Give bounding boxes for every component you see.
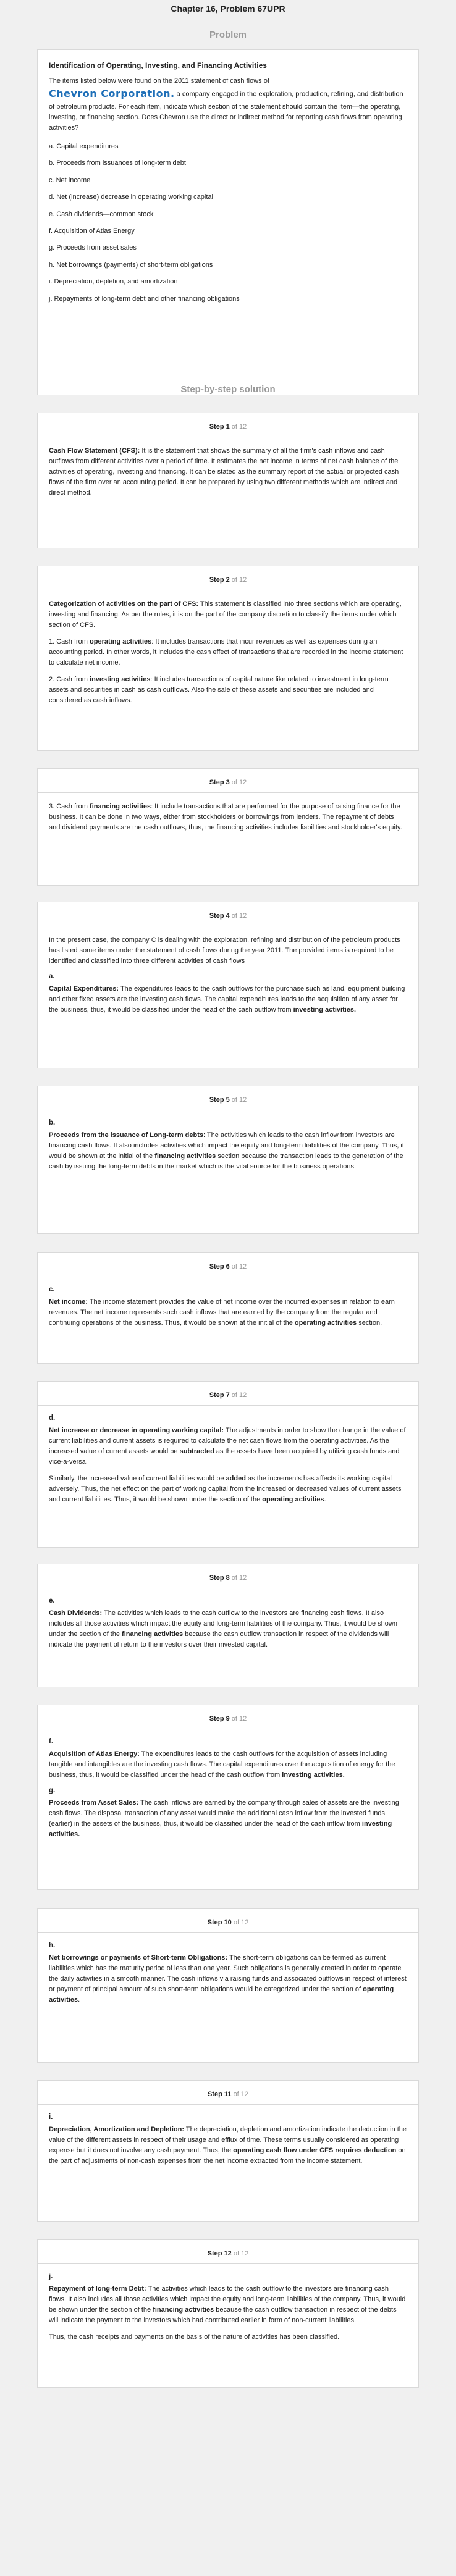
page-title: Chapter 16, Problem 67UPR [171,4,285,14]
step-12-header: Step 12 of 12 [207,2250,249,2257]
step-12-conclusion: Thus, the cash receipts and payments on … [49,2333,340,2341]
step-3-header: Step 3 of 12 [209,779,247,786]
problem-item-c: c. Net income [49,176,91,184]
step-5-text: Proceeds from the issuance of Long-term … [49,1131,404,1171]
step-11-card: Step 11 of 12 i. Depreciation, Amortizat… [37,2080,419,2222]
step-3-text: 3. Cash from financing activities: It in… [49,803,402,832]
step-1-text: Cash Flow Statement (CFS): It is the sta… [49,447,399,497]
step-4-text: Capital Expenditures: The expenditures l… [49,985,405,1014]
solution-section-title: Step-by-step solution [180,384,276,395]
step-2-text: Categorization of activities on the part… [49,600,402,629]
step-12-card: Step 12 of 12 j. Repayment of long-term … [37,2239,419,2388]
step-11-text: Depreciation, Amortization and Depletion… [49,2126,407,2165]
step-2-header: Step 2 of 12 [209,576,247,584]
step-2-investing: 2. Cash from investing activities: It in… [49,676,389,705]
problem-item-f: f. Acquisition of Atlas Energy [49,227,135,235]
problem-heading: Identification of Operating, Investing, … [49,61,267,70]
step-6-header: Step 6 of 12 [209,1263,247,1270]
problem-item-list: a. Capital expenditures b. Proceeds from… [49,142,407,304]
step-12-text: Repayment of long-term Debt: The activit… [49,2285,406,2325]
step-8-letter: e. [49,1597,55,1605]
step-1-header: Step 1 of 12 [209,423,247,430]
step-9-header: Step 9 of 12 [209,1715,247,1722]
step-7-header: Step 7 of 12 [209,1391,247,1399]
step-11-letter: i. [49,2113,53,2121]
step-7-text: Net increase or decrease in operating wo… [49,1427,406,1466]
step-9-text-f: Acquisition of Atlas Energy: The expendi… [49,1750,395,1779]
step-10-card: Step 10 of 12 h. Net borrowings or payme… [37,1908,419,2063]
step-6-letter: c. [49,1286,55,1293]
step-10-letter: h. [49,1942,56,1949]
step-10-text: Net borrowings or payments of Short-term… [49,1954,407,2004]
step-12-letter: j. [49,2273,53,2280]
step-2-operating: 1. Cash from operating activities: It in… [49,638,403,667]
step-2-card: Step 2 of 12 Categorization of activitie… [37,566,419,751]
step-3-card: Step 3 of 12 3. Cash from financing acti… [37,768,419,886]
problem-card: Identification of Operating, Investing, … [37,49,419,395]
chevron-logo: Chevron Corporation. [49,88,175,100]
problem-item-a: a. Capital expenditures [49,142,119,150]
problem-section-title: Problem [209,30,247,40]
step-4-card: Step 4 of 12 In the present case, the co… [37,902,419,1068]
problem-item-h: h. Net borrowings (payments) of short-te… [49,261,213,269]
step-4-letter: a. [49,973,55,981]
problem-item-b: b. Proceeds from issuances of long-term … [49,159,186,167]
step-1-card: Step 1 of 12 Cash Flow Statement (CFS): … [37,413,419,548]
problem-item-i: i. Depreciation, depletion, and amortiza… [49,278,178,286]
step-11-header: Step 11 of 12 [207,2091,249,2098]
step-9-letter-g: g. [49,1787,56,1795]
step-4-intro: In the present case, the company C is de… [49,936,400,965]
step-8-text: Cash Dividends: The activities which lea… [49,1609,397,1649]
step-4-header: Step 4 of 12 [209,912,247,920]
step-10-header: Step 10 of 12 [207,1919,249,1926]
step-6-card: Step 6 of 12 c. Net income: The income s… [37,1252,419,1364]
solution-page: Chapter 16, Problem 67UPR Problem Identi… [0,0,456,2576]
step-5-header: Step 5 of 12 [209,1096,247,1104]
problem-item-g: g. Proceeds from asset sales [49,244,137,252]
problem-intro: The items listed below were found on the… [49,77,403,132]
problem-item-e: e. Cash dividends—common stock [49,210,154,218]
step-7-text-2: Similarly, the increased value of curren… [49,1475,402,1504]
problem-item-d: d. Net (increase) decrease in operating … [49,193,213,201]
step-5-letter: b. [49,1119,56,1126]
step-7-card: Step 7 of 12 d. Net increase or decrease… [37,1381,419,1548]
problem-item-j: j. Repayments of long-term debt and othe… [49,295,240,303]
step-8-header: Step 8 of 12 [209,1574,247,1582]
step-5-card: Step 5 of 12 b. Proceeds from the issuan… [37,1086,419,1234]
step-7-letter: d. [49,1414,56,1422]
step-8-card: Step 8 of 12 e. Cash Dividends: The acti… [37,1564,419,1687]
step-9-card: Step 9 of 12 f. Acquisition of Atlas Ene… [37,1705,419,1890]
step-9-letter-f: f. [49,1738,54,1745]
step-6-text: Net income: The income statement provide… [49,1298,395,1327]
step-9-text-g: Proceeds from Asset Sales: The cash infl… [49,1799,399,1839]
